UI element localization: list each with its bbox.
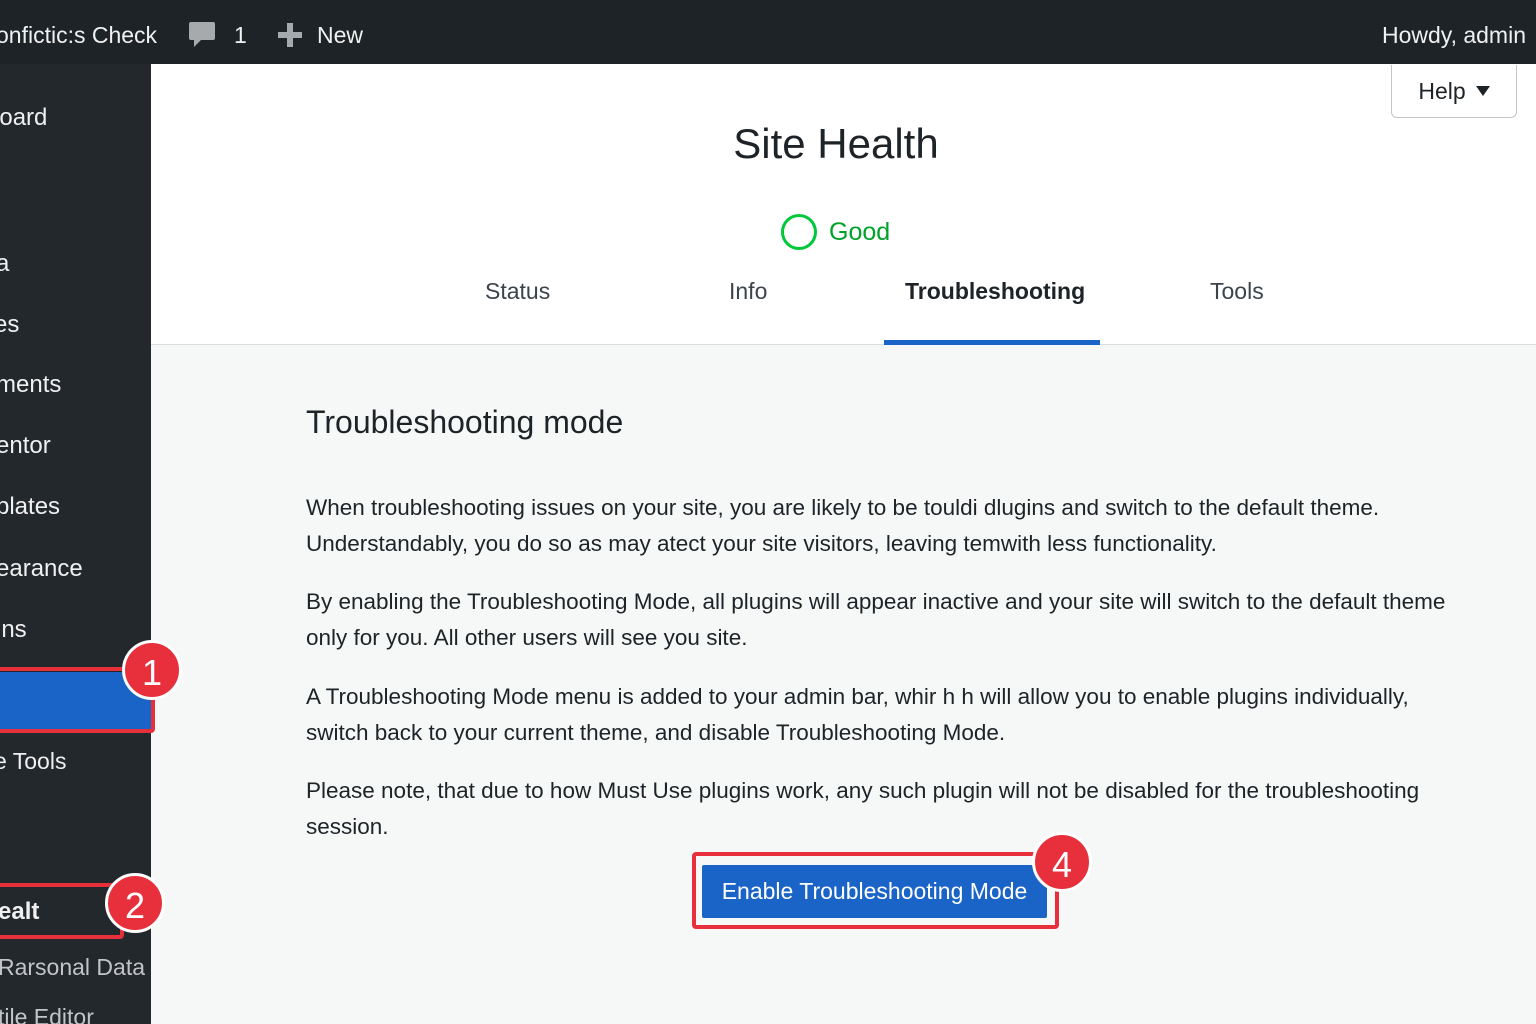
caret-down-icon [1475, 86, 1490, 96]
comment-bubble-icon [189, 22, 215, 47]
plus-icon [278, 23, 302, 47]
status-ring-icon [781, 214, 817, 250]
site-health-header: Help Site Health Good Status Info Troubl… [151, 64, 1536, 345]
tab-troubleshooting[interactable]: Troubleshooting [905, 278, 1085, 305]
active-tab-indicator [884, 340, 1100, 345]
highlight-box-4 [692, 852, 1059, 929]
sidebar-item-comments[interactable]: ments [0, 371, 151, 399]
comments-count: 1 [234, 21, 247, 48]
sidebar-subitem-file-editor[interactable]: tile Editor [0, 1004, 94, 1024]
tab-info[interactable]: Info [729, 278, 767, 305]
paragraph-enabling: By enabling the Troubleshooting Mode, al… [306, 589, 1446, 650]
paragraph-note: Please note, that due to how Must Use pl… [306, 778, 1420, 839]
sidebar-item-dashboard[interactable]: board [0, 104, 151, 132]
paragraph-menu: A Troubleshooting Mode menu is added to … [306, 684, 1409, 745]
troubleshooting-section: Troubleshooting mode When troubleshootin… [306, 404, 1476, 839]
sidebar-item-templates[interactable]: plates [0, 493, 151, 521]
sidebar-item-posts[interactable]: ) [0, 188, 151, 216]
my-account-link[interactable]: Howdy, admin [1382, 0, 1526, 64]
site-name-link[interactable]: onfictic:s Check [0, 0, 157, 64]
page-title: Site Health [733, 120, 939, 167]
section-title: Troubleshooting mode [306, 404, 624, 440]
sidebar-item-pages[interactable]: es [0, 311, 151, 339]
status-label: Good [829, 217, 891, 246]
sidebar-item-tools[interactable]: e Tools [0, 748, 151, 775]
tab-tools[interactable]: Tools [1210, 278, 1264, 305]
sidebar-item-elementor[interactable]: entor [0, 432, 151, 460]
comments-link[interactable]: 1 [188, 0, 247, 64]
step-badge-4: 4 [1032, 832, 1092, 892]
sidebar-item-plugins[interactable]: ins [0, 616, 151, 644]
admin-bar: onfictic:s Check 1 New Howdy, admin [0, 0, 1536, 64]
paragraph-intro: When troubleshooting issues on your site… [306, 495, 1380, 556]
new-label: New [317, 21, 364, 48]
health-status: Good [781, 214, 890, 250]
sidebar-subitem-personal-data[interactable]: Rarsonal Data [0, 954, 145, 981]
sidebar-item-media[interactable]: a [0, 250, 151, 278]
new-content-link[interactable]: New [277, 0, 363, 64]
sidebar-item-appearance[interactable]: earance [0, 555, 151, 583]
help-label: Help [1418, 77, 1466, 104]
help-button[interactable]: Help [1391, 65, 1517, 118]
tab-status[interactable]: Status [485, 278, 550, 305]
